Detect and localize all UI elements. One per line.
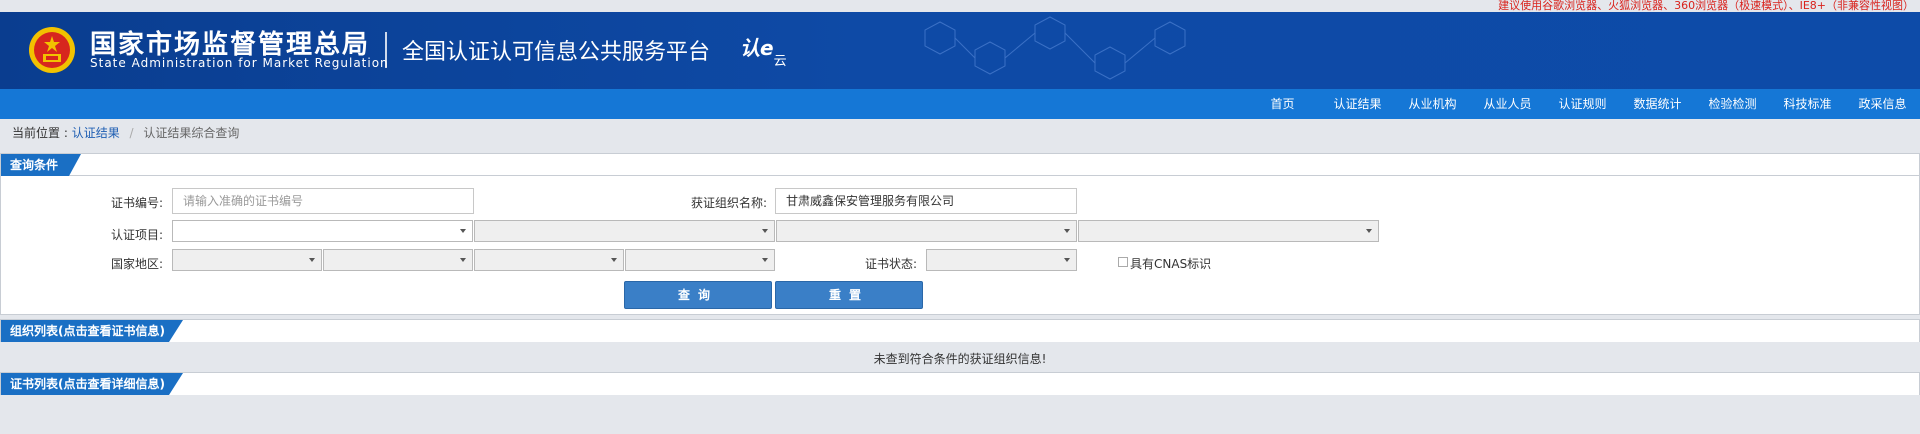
breadcrumb: 当前位置 : 认证结果 / 认证结果综合查询 xyxy=(12,124,239,141)
nav-item-rules[interactable]: 认证规则 xyxy=(1545,89,1620,119)
org-list-panel: 组织列表(点击查看证书信息) xyxy=(0,319,1920,342)
query-panel: 查询条件 证书编号: 请输入准确的证书编号 获证组织名称: 甘肃威鑫保安管理服务… xyxy=(0,153,1920,315)
nav-item-institutions[interactable]: 从业机构 xyxy=(1395,89,1470,119)
hexagon-pattern-decoration xyxy=(924,16,1186,80)
cert-no-label: 证书编号: xyxy=(110,196,163,210)
chevron-down-icon xyxy=(1064,258,1070,262)
project-select-4[interactable] xyxy=(1078,220,1379,242)
nav-item-home[interactable]: 首页 xyxy=(1245,89,1320,119)
cert-no-input[interactable]: 请输入准确的证书编号 xyxy=(172,188,474,214)
org-list-tab: 组织列表(点击查看证书信息) xyxy=(1,320,183,342)
chevron-down-icon xyxy=(309,258,315,262)
region-select-2[interactable] xyxy=(323,249,473,271)
site-header: 国家市场监督管理总局 State Administration for Mark… xyxy=(0,12,1920,89)
nav-item-personnel[interactable]: 从业人员 xyxy=(1470,89,1545,119)
chevron-down-icon xyxy=(460,229,466,233)
title-divider xyxy=(385,32,387,68)
breadcrumb-prefix: 当前位置 : xyxy=(12,126,68,140)
chevron-down-icon xyxy=(1064,229,1070,233)
query-panel-tab: 查询条件 xyxy=(1,154,81,176)
region-select-4[interactable] xyxy=(625,249,775,271)
nav-item-procurement[interactable]: 政采信息 xyxy=(1845,89,1920,119)
query-panel-title: 查询条件 xyxy=(10,158,59,172)
org-list-header: 组织列表(点击查看证书信息) xyxy=(1,320,1919,342)
renecloud-logo: 认e云 xyxy=(740,32,787,69)
nav-item-cert-results[interactable]: 认证结果 xyxy=(1320,89,1395,119)
nav-item-standards[interactable]: 科技标准 xyxy=(1770,89,1845,119)
org-list-empty-message: 未查到符合条件的获证组织信息! xyxy=(873,352,1047,366)
platform-title: 全国认证认可信息公共服务平台 xyxy=(402,40,711,65)
org-name-input[interactable]: 甘肃威鑫保安管理服务有限公司 xyxy=(775,188,1077,214)
region-select-3[interactable] xyxy=(474,249,624,271)
cert-list-header: 证书列表(点击查看详细信息) xyxy=(1,373,1919,395)
chevron-down-icon xyxy=(762,258,768,262)
reset-button[interactable]: 重置 xyxy=(775,281,923,309)
agency-title-en: State Administration for Market Regulati… xyxy=(90,56,389,70)
breadcrumb-separator: / xyxy=(129,126,134,140)
chevron-down-icon xyxy=(1366,229,1372,233)
breadcrumb-current: 认证结果综合查询 xyxy=(143,126,240,140)
logo-sub-text: 云 xyxy=(773,54,787,69)
project-select-1[interactable] xyxy=(172,220,473,242)
cnas-checkbox[interactable] xyxy=(1118,257,1128,267)
org-name-label: 获证组织名称: xyxy=(690,196,767,210)
cert-list-title: 证书列表(点击查看详细信息) xyxy=(10,377,165,391)
query-panel-header: 查询条件 xyxy=(1,154,1919,176)
chevron-down-icon xyxy=(460,258,466,262)
status-select[interactable] xyxy=(926,249,1077,271)
region-label: 国家地区: xyxy=(110,257,163,271)
logo-main-text: 认e xyxy=(740,36,774,60)
breadcrumb-link-cert-results[interactable]: 认证结果 xyxy=(72,126,120,140)
org-list-title: 组织列表(点击查看证书信息) xyxy=(10,324,165,338)
status-label: 证书状态: xyxy=(864,257,917,271)
browser-notice-bar: 建议使用谷歌浏览器、火狐浏览器、360浏览器（极速模式）、IE8+（非兼容性视图… xyxy=(0,0,1920,12)
nav-item-testing[interactable]: 检验检测 xyxy=(1695,89,1770,119)
main-nav: 首页 认证结果 从业机构 从业人员 认证规则 数据统计 检验检测 科技标准 政采… xyxy=(0,89,1920,119)
project-select-2[interactable] xyxy=(474,220,775,242)
region-select-1[interactable] xyxy=(172,249,322,271)
chevron-down-icon xyxy=(762,229,768,233)
nav-item-statistics[interactable]: 数据统计 xyxy=(1620,89,1695,119)
cert-list-tab: 证书列表(点击查看详细信息) xyxy=(1,373,183,395)
search-button[interactable]: 查询 xyxy=(624,281,772,309)
project-label: 认证项目: xyxy=(110,228,163,242)
project-select-3[interactable] xyxy=(776,220,1077,242)
national-emblem-icon xyxy=(29,27,75,73)
cnas-label: 具有CNAS标识 xyxy=(1130,257,1212,271)
cert-list-panel: 证书列表(点击查看详细信息) xyxy=(0,372,1920,395)
chevron-down-icon xyxy=(611,258,617,262)
